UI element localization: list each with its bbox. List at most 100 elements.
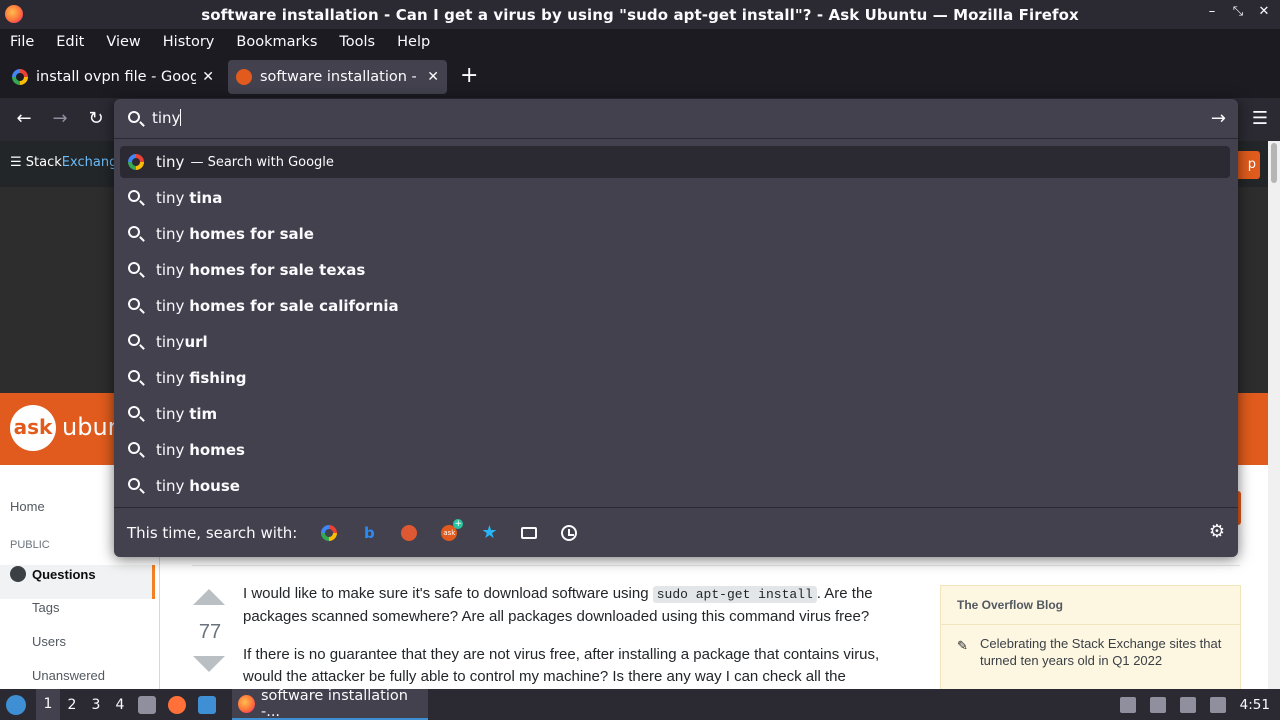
menu-view[interactable]: View [106,34,140,50]
question-paragraph: If there is no guarantee that they are n… [243,646,880,685]
system-taskbar: 1 2 3 4 software installation -... 4:51 [0,688,1280,720]
new-tab-button[interactable]: + [460,64,478,88]
search-icon [127,441,145,459]
app-menu-button[interactable]: ☰ [1252,108,1268,129]
url-input[interactable]: tiny → [114,99,1238,139]
suggestion-action: — Search with Google [190,154,334,170]
history-clock-icon [561,524,578,541]
window-titlebar: software installation - Can I get a viru… [0,0,1280,29]
search-icon [127,333,145,351]
engine-askubuntu-add-button[interactable]: ask + [431,518,467,548]
workspace-2[interactable]: 2 [60,697,84,713]
inline-code: sudo apt-get install [652,586,817,603]
search-icon [127,297,145,315]
menu-tools[interactable]: Tools [339,34,375,50]
suggestion-item[interactable]: tiny house [120,470,1230,502]
tab-bar: install ovpn file - Google ✕ software in… [0,56,1280,98]
askubuntu-logo-icon[interactable]: ask [10,405,56,451]
close-tab-icon[interactable]: ✕ [202,69,214,85]
blog-item[interactable]: ✎ Celebrating the Stack Exchange sites t… [941,625,1240,669]
workspace-1[interactable]: 1 [36,689,60,720]
scrollbar-thumb[interactable] [1271,143,1277,183]
bookmarks-star-icon: ★ [481,521,498,543]
engine-bing-button[interactable]: b [351,518,387,548]
engine-duckduckgo-button[interactable] [391,518,427,548]
menu-bookmarks[interactable]: Bookmarks [236,34,317,50]
minimize-button[interactable]: – [1204,4,1220,19]
search-icon [127,477,145,495]
gear-icon[interactable]: ⚙ [1209,523,1225,541]
start-menu-icon[interactable] [6,694,26,715]
search-history-button[interactable] [551,518,587,548]
close-window-button[interactable]: ✕ [1256,4,1272,19]
tray-app-icon[interactable] [1119,696,1136,713]
blog-heading: The Overflow Blog [941,586,1240,625]
tab-google-search[interactable]: install ovpn file - Google ✕ [4,60,222,94]
suggestion-text: tiny fishing [156,369,247,387]
suggestion-text: tiny homes for sale california [156,297,399,315]
downvote-arrow-icon[interactable] [193,656,225,672]
desktop-icon[interactable] [198,695,216,714]
sidebar-item-tags[interactable]: Tags [32,600,59,615]
workspace-3[interactable]: 3 [84,697,108,713]
maximize-button[interactable]: ⤡ [1230,4,1246,19]
question-body: I would like to make sure it's safe to d… [243,583,893,689]
suggestion-text: tiny homes [156,441,245,459]
volume-icon[interactable] [1149,696,1166,713]
go-arrow-button[interactable]: → [1211,108,1226,129]
suggestion-item[interactable]: tiny homes for sale california [120,290,1230,322]
search-bookmarks-button[interactable]: ★ [471,518,507,548]
menu-file[interactable]: File [10,34,34,50]
search-icon [127,369,145,387]
search-tabs-button[interactable] [511,518,547,548]
url-input-value[interactable]: tiny [152,109,182,127]
suggestion-search-with-google[interactable]: tiny — Search with Google [120,146,1230,178]
menu-help[interactable]: Help [397,34,430,50]
sidebar-item-users[interactable]: Users [32,634,66,649]
divider [192,565,1240,566]
sidebar-item-questions[interactable]: Questions [10,566,96,582]
tab-askubuntu[interactable]: software installation - Ca ✕ [228,60,447,94]
overflow-blog-widget: The Overflow Blog ✎ Celebrating the Stac… [940,585,1241,689]
sidebar-item-unanswered[interactable]: Unanswered [32,668,105,683]
notes-icon[interactable] [1179,696,1196,713]
google-icon [12,69,28,85]
tabs-icon [521,526,538,539]
suggestion-item[interactable]: tiny tim [120,398,1230,430]
suggestion-item[interactable]: tiny tina [120,182,1230,214]
suggestion-text: tiny house [156,477,240,495]
search-icon [127,261,145,279]
upvote-arrow-icon[interactable] [193,589,225,605]
engine-google-button[interactable] [311,518,347,548]
stackexchange-logo[interactable]: ☰ StackExchange [10,155,125,170]
firefox-launcher-icon[interactable] [168,695,186,714]
suggestion-item[interactable]: tiny homes [120,434,1230,466]
suggestion-text: tiny tina [156,189,223,207]
system-tray: 4:51 [1119,689,1270,720]
taskbar-firefox-window[interactable]: software installation -... [232,688,428,720]
window-controls: – ⤡ ✕ [1204,4,1272,19]
suggestion-item[interactable]: tiny homes for sale texas [120,254,1230,286]
suggestion-item[interactable]: tinyurl [120,326,1230,358]
askubuntu-add-icon: ask + [441,518,464,541]
network-icon[interactable] [1209,696,1226,713]
workspace-4[interactable]: 4 [108,697,132,713]
forward-button[interactable]: → [48,108,72,132]
file-manager-icon[interactable] [138,695,156,714]
menu-history[interactable]: History [163,34,215,50]
urlbar-dropdown: tiny → tiny — Search with Google tiny ti… [114,99,1238,557]
back-button[interactable]: ← [12,108,36,132]
oneoff-label: This time, search with: [127,523,298,542]
askubuntu-icon [236,69,252,85]
sidebar-section-public: PUBLIC [10,539,50,551]
close-tab-icon[interactable]: ✕ [427,69,439,85]
reload-button[interactable]: ↻ [84,108,108,132]
one-off-search-bar: This time, search with: b ask + ★ ⚙ [114,507,1238,557]
menu-edit[interactable]: Edit [56,34,84,50]
google-icon [127,153,145,171]
page-scrollbar[interactable] [1268,141,1280,689]
vote-cell: 77 [190,589,230,672]
sidebar-item-home[interactable]: Home [10,499,45,514]
suggestion-item[interactable]: tiny homes for sale [120,218,1230,250]
suggestion-item[interactable]: tiny fishing [120,362,1230,394]
